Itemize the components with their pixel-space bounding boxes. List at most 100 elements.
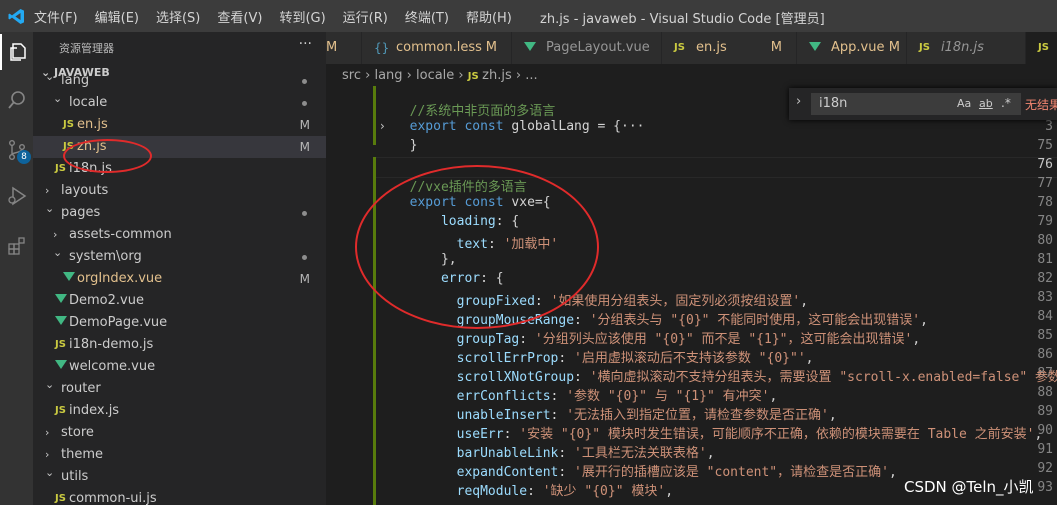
search-icon[interactable]: [0, 82, 33, 118]
code-line: expandContent: '展开行的插槽应该是 "content"，请检查是…: [456, 465, 897, 480]
editor-tab[interactable]: M: [326, 32, 362, 64]
tree-item-label: locale: [69, 95, 108, 110]
modified-badge: M: [299, 140, 310, 154]
explorer-icon[interactable]: [0, 34, 35, 70]
tab-label: PageLayout.vue: [546, 40, 650, 55]
tree-item-label: en.js: [77, 117, 108, 132]
title-bar: 文件(F) 编辑(E) 选择(S) 查看(V) 转到(G) 运行(R) 终端(T…: [0, 0, 1057, 32]
chevron-right-icon: ›: [45, 426, 50, 439]
breadcrumb-item[interactable]: zh.js: [482, 68, 512, 83]
breadcrumb-separator-icon: ›: [360, 68, 375, 83]
menu-help[interactable]: 帮助(H): [466, 7, 512, 26]
js-file-icon: JS: [63, 119, 74, 130]
editor-tab[interactable]: JSzh.js: [1026, 32, 1057, 64]
js-file-icon: JS: [1038, 42, 1049, 53]
fold-chevron-icon[interactable]: ›: [380, 119, 385, 133]
tree-item[interactable]: DemoPage.vue: [33, 312, 326, 334]
editor-tab[interactable]: JS i18n.js: [907, 32, 1026, 64]
chevron-down-icon: ⌄: [53, 92, 63, 105]
editor-tab[interactable]: App.vue M: [797, 32, 907, 64]
tab-modified-badge: M: [485, 40, 497, 55]
match-case-button[interactable]: Aa: [957, 97, 971, 110]
editor-tab[interactable]: PageLayout.vue: [512, 32, 662, 64]
vue-file-icon: [55, 312, 67, 334]
tree-item[interactable]: ⌄ lang: [33, 70, 326, 92]
tree-item[interactable]: ⌄ pages: [33, 202, 326, 224]
tree-item[interactable]: JS common-ui.js: [33, 488, 326, 505]
chevron-right-icon[interactable]: ›: [796, 94, 801, 109]
tab-label: M: [326, 40, 338, 55]
tree-item[interactable]: ⌄ system\org: [33, 246, 326, 268]
tab-modified-badge: M: [888, 40, 900, 55]
breadcrumb-item[interactable]: src: [342, 68, 361, 83]
breadcrumb-item[interactable]: lang: [374, 68, 402, 83]
editor-tabs: M{} common.less M PageLayout.vue JS en.js M App…: [326, 32, 1057, 64]
tree-item[interactable]: ⌄ router: [33, 378, 326, 400]
tree-item-label: store: [61, 425, 94, 440]
breadcrumb-item[interactable]: locale: [416, 68, 454, 83]
tree-item-label: Demo2.vue: [69, 293, 144, 308]
menu-file[interactable]: 文件(F): [34, 7, 78, 26]
tree-item-label: lang: [61, 73, 90, 88]
tab-modified-badge: M: [770, 40, 782, 55]
menu-selection[interactable]: 选择(S): [156, 7, 200, 26]
tree-item[interactable]: JS en.js M: [33, 114, 326, 136]
tab-label: App.vue: [831, 40, 885, 55]
regex-button[interactable]: .*: [1001, 96, 1011, 110]
line-number: 84: [1037, 309, 1053, 324]
match-word-button[interactable]: ab: [979, 97, 993, 110]
vscode-logo-icon: [8, 9, 24, 24]
tree-item[interactable]: Demo2.vue: [33, 290, 326, 312]
tree-item[interactable]: › layouts: [33, 180, 326, 202]
tree-item-label: index.js: [69, 403, 120, 418]
tree-item-label: common-ui.js: [69, 491, 157, 505]
tree-item[interactable]: › store: [33, 422, 326, 444]
tree-item[interactable]: welcome.vue: [33, 356, 326, 378]
code-line: reqModule: '缺少 "{0}" 模块',: [456, 484, 674, 499]
tree-item[interactable]: JS index.js: [33, 400, 326, 422]
tree-item[interactable]: › theme: [33, 444, 326, 466]
menu-terminal[interactable]: 终端(T): [405, 7, 449, 26]
tree-item[interactable]: ⌄ locale: [33, 92, 326, 114]
extensions-icon[interactable]: [0, 228, 33, 264]
line-number: 91: [1037, 442, 1053, 457]
tree-item[interactable]: orgIndex.vue M: [33, 268, 326, 290]
tab-label: i18n.js: [941, 40, 984, 55]
watermark: CSDN @Teln_小凯: [904, 478, 1034, 496]
tree-item[interactable]: JS i18n-demo.js: [33, 334, 326, 356]
run-debug-icon[interactable]: [0, 178, 33, 214]
menu-bar: 文件(F) 编辑(E) 选择(S) 查看(V) 转到(G) 运行(R) 终端(T…: [34, 0, 529, 32]
line-number: 76: [1037, 157, 1053, 172]
vue-file-icon: [809, 32, 821, 64]
find-result: 无结果: [1025, 98, 1057, 112]
menu-run[interactable]: 运行(R): [343, 7, 388, 26]
window-title: zh.js - javaweb - Visual Studio Code [管理…: [540, 12, 825, 27]
breadcrumb-separator-icon: ›: [511, 68, 526, 83]
line-number: 86: [1037, 347, 1053, 362]
tree-item[interactable]: ⌄ utils: [33, 466, 326, 488]
editor-tab[interactable]: JS en.js M: [662, 32, 797, 64]
line-number: 75: [1037, 138, 1053, 153]
braces-icon: {}: [374, 41, 390, 55]
js-file-icon: JS: [55, 405, 66, 416]
editor-tab[interactable]: {} common.less M: [362, 32, 512, 64]
js-file-icon: JS: [919, 42, 930, 53]
line-number: 79: [1037, 214, 1053, 229]
find-input[interactable]: i18n Aa ab .*: [811, 93, 1021, 115]
code-line: barUnableLink: '工具栏无法关联表格',: [456, 446, 715, 461]
menu-view[interactable]: 查看(V): [217, 7, 262, 26]
vue-file-icon: [63, 268, 75, 290]
breadcrumb-item[interactable]: ...: [525, 68, 537, 83]
line-number: 88: [1037, 385, 1053, 400]
tree-item[interactable]: › assets-common: [33, 224, 326, 246]
breadcrumb-separator-icon: ›: [402, 68, 416, 83]
breadcrumb-separator-icon: ›: [454, 68, 468, 83]
menu-go[interactable]: 转到(G): [279, 7, 325, 26]
activity-bar: 8: [0, 32, 33, 505]
line-number: 89: [1037, 404, 1053, 419]
line-number: 83: [1037, 290, 1053, 305]
js-file-icon: JS: [467, 71, 483, 82]
menu-edit[interactable]: 编辑(E): [95, 7, 139, 26]
changes-dot-icon: [302, 79, 307, 84]
more-actions-icon[interactable]: ···: [299, 36, 312, 52]
